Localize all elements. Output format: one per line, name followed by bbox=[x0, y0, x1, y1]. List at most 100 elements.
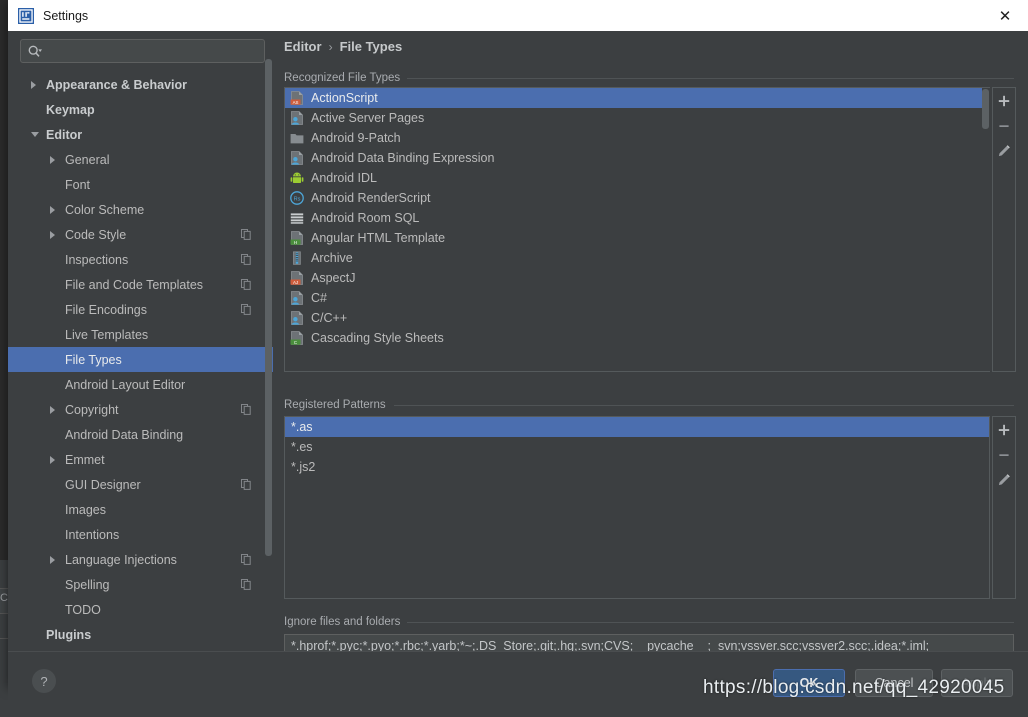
copy-settings-icon[interactable] bbox=[241, 229, 251, 240]
cancel-button[interactable]: Cancel bbox=[855, 669, 933, 697]
copy-settings-icon[interactable] bbox=[241, 304, 251, 315]
file-types-scrollbar-track[interactable] bbox=[982, 88, 990, 371]
sidebar-item-appearance-behavior[interactable]: Appearance & Behavior bbox=[8, 72, 273, 97]
chevron-right-icon[interactable] bbox=[50, 405, 55, 414]
file-type-row[interactable]: Rs Android RenderScript bbox=[285, 188, 989, 208]
chevron-right-icon[interactable] bbox=[50, 455, 55, 464]
sidebar-item-intentions[interactable]: Intentions bbox=[8, 522, 273, 547]
sidebar-item-live-templates[interactable]: Live Templates bbox=[8, 322, 273, 347]
plus-icon bbox=[998, 424, 1010, 435]
file-type-row[interactable]: C# bbox=[285, 288, 989, 308]
css-icon: C bbox=[290, 331, 304, 345]
chevron-right-icon[interactable] bbox=[50, 555, 55, 564]
svg-text:H: H bbox=[294, 240, 297, 245]
apply-button[interactable]: Apply bbox=[941, 669, 1013, 697]
file-type-row[interactable]: H Angular HTML Template bbox=[285, 228, 989, 248]
ignore-files-label: Ignore files and folders bbox=[284, 616, 408, 628]
sidebar-item-gui-designer[interactable]: GUI Designer bbox=[8, 472, 273, 497]
file-types-toolbar bbox=[992, 87, 1016, 372]
minus-icon bbox=[999, 124, 1009, 127]
help-button[interactable]: ? bbox=[32, 669, 56, 693]
sidebar-item-general[interactable]: General bbox=[8, 147, 273, 172]
sidebar-item-android-layout-editor[interactable]: Android Layout Editor bbox=[8, 372, 273, 397]
edit-file-type-button[interactable] bbox=[992, 138, 1016, 163]
archive-icon bbox=[290, 251, 304, 265]
close-icon[interactable]: ✕ bbox=[982, 0, 1028, 31]
file-type-row[interactable]: Android Data Binding Expression bbox=[285, 148, 989, 168]
copy-settings-icon[interactable] bbox=[241, 279, 251, 290]
file-type-row[interactable]: C Cascading Style Sheets bbox=[285, 328, 989, 348]
recognized-file-types-list[interactable]: AS ActionScript Active Server Pages Android… bbox=[284, 87, 990, 372]
file-type-row[interactable]: Android Room SQL bbox=[285, 208, 989, 228]
sidebar-item-file-types[interactable]: File Types bbox=[8, 347, 273, 372]
file-type-row[interactable]: C/C++ bbox=[285, 308, 989, 328]
sidebar-item-spelling[interactable]: Spelling bbox=[8, 572, 273, 597]
registered-patterns-list[interactable]: *.as *.es *.js2 bbox=[284, 416, 990, 599]
file-types-scrollbar-thumb[interactable] bbox=[982, 89, 989, 129]
pattern-row[interactable]: *.as bbox=[285, 417, 989, 437]
sidebar-item-inspections[interactable]: Inspections bbox=[8, 247, 273, 272]
file-type-row[interactable]: Android 9-Patch bbox=[285, 128, 989, 148]
angular-html-icon: H bbox=[290, 231, 304, 245]
remove-pattern-button[interactable] bbox=[992, 442, 1016, 467]
sidebar-item-label: GUI Designer bbox=[65, 477, 141, 492]
pencil-icon bbox=[998, 144, 1010, 156]
file-type-row[interactable]: Active Server Pages bbox=[285, 108, 989, 128]
sidebar-item-font[interactable]: Font bbox=[8, 172, 273, 197]
remove-file-type-button[interactable] bbox=[992, 113, 1016, 138]
sidebar-item-label: File Encodings bbox=[65, 302, 147, 317]
settings-tree: Appearance & Behavior Keymap Editor General… bbox=[8, 72, 273, 651]
file-type-label: ActionScript bbox=[311, 91, 378, 105]
asp-icon bbox=[290, 151, 304, 165]
sidebar-item-label: Font bbox=[65, 177, 91, 192]
chevron-down-icon[interactable] bbox=[31, 132, 39, 137]
sidebar-item-label: Android Data Binding bbox=[65, 427, 184, 442]
file-type-row[interactable]: Archive bbox=[285, 248, 989, 268]
file-type-label: AspectJ bbox=[311, 271, 356, 285]
backdrop-stripe bbox=[0, 614, 8, 638]
file-type-row[interactable]: AS ActionScript bbox=[285, 88, 989, 108]
file-type-row[interactable]: AJ AspectJ bbox=[285, 268, 989, 288]
copy-settings-icon[interactable] bbox=[241, 479, 251, 490]
file-type-row[interactable]: Android IDL bbox=[285, 168, 989, 188]
edit-pattern-button[interactable] bbox=[992, 467, 1016, 492]
group-divider bbox=[394, 405, 1014, 406]
sidebar-item-editor[interactable]: Editor bbox=[8, 122, 273, 147]
chevron-right-icon[interactable] bbox=[31, 80, 36, 89]
group-divider bbox=[407, 78, 1014, 79]
sidebar-item-images[interactable]: Images bbox=[8, 497, 273, 522]
sidebar-item-label: File Types bbox=[65, 352, 122, 367]
sidebar-item-color-scheme[interactable]: Color Scheme bbox=[8, 197, 273, 222]
sidebar-item-android-data-binding[interactable]: Android Data Binding bbox=[8, 422, 273, 447]
svg-text:AJ: AJ bbox=[293, 280, 298, 285]
chevron-right-icon[interactable] bbox=[50, 155, 55, 164]
copy-settings-icon[interactable] bbox=[241, 554, 251, 565]
sidebar-item-keymap[interactable]: Keymap bbox=[8, 97, 273, 122]
sidebar-item-language-injections[interactable]: Language Injections bbox=[8, 547, 273, 572]
sidebar-item-copyright[interactable]: Copyright bbox=[8, 397, 273, 422]
dialog-title: Settings bbox=[43, 8, 89, 23]
sidebar-item-emmet[interactable]: Emmet bbox=[8, 447, 273, 472]
copy-settings-icon[interactable] bbox=[241, 579, 251, 590]
sidebar-item-plugins[interactable]: Plugins bbox=[8, 622, 273, 647]
copy-settings-icon[interactable] bbox=[241, 404, 251, 415]
sidebar-item-label: File and Code Templates bbox=[65, 277, 204, 292]
pattern-row[interactable]: *.js2 bbox=[285, 457, 989, 477]
sidebar-scrollbar-thumb[interactable] bbox=[265, 59, 272, 556]
pattern-row[interactable]: *.es bbox=[285, 437, 989, 457]
sidebar-item-label: Copyright bbox=[65, 402, 119, 417]
add-file-type-button[interactable] bbox=[992, 88, 1016, 113]
breadcrumb-parent[interactable]: Editor bbox=[284, 39, 322, 54]
sidebar-item-label: Spelling bbox=[65, 577, 110, 592]
chevron-right-icon[interactable] bbox=[50, 205, 55, 214]
ok-button[interactable]: OK bbox=[773, 669, 845, 697]
sidebar-item-todo[interactable]: TODO bbox=[8, 597, 273, 622]
sidebar-item-file-encodings[interactable]: File Encodings bbox=[8, 297, 273, 322]
add-pattern-button[interactable] bbox=[992, 417, 1016, 442]
search-input[interactable] bbox=[20, 39, 265, 63]
sidebar-item-code-style[interactable]: Code Style bbox=[8, 222, 273, 247]
sidebar-item-file-and-code-templates[interactable]: File and Code Templates bbox=[8, 272, 273, 297]
copy-settings-icon[interactable] bbox=[241, 254, 251, 265]
chevron-right-icon[interactable] bbox=[50, 230, 55, 239]
pattern-label: *.js2 bbox=[291, 460, 316, 474]
